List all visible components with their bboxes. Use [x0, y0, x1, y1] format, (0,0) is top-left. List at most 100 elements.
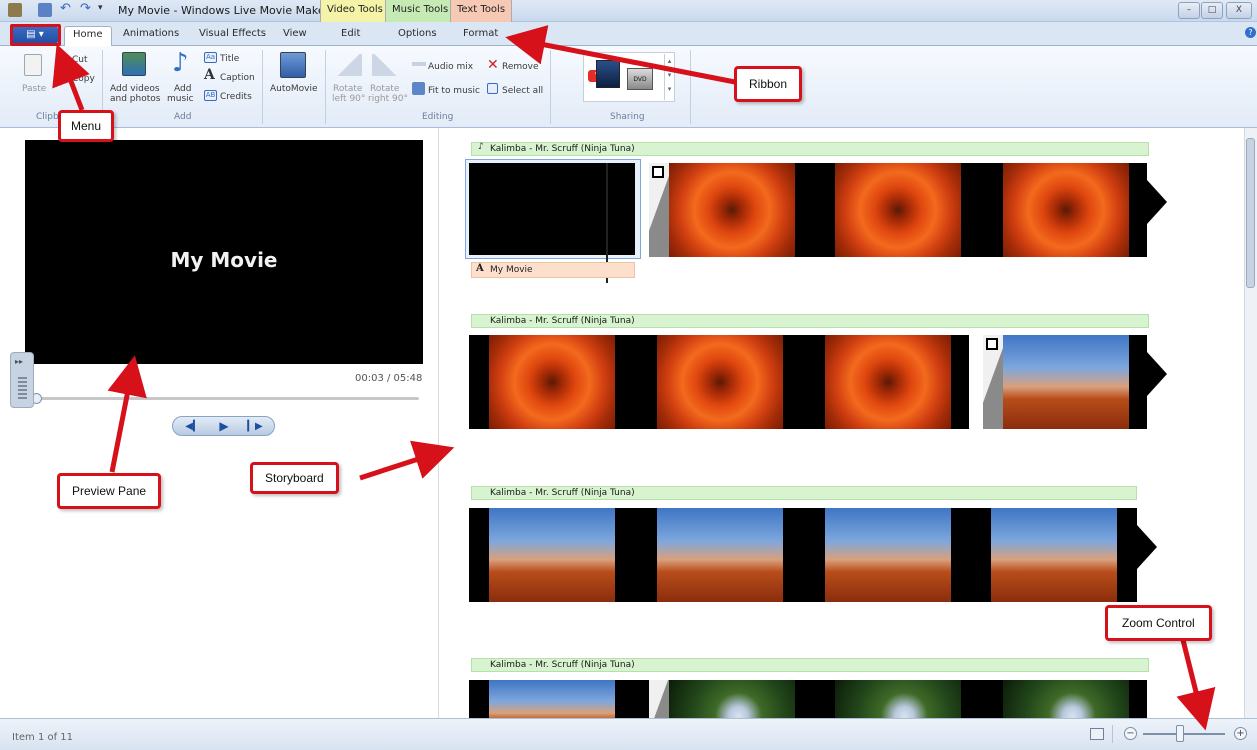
sharing-group-label: Sharing	[610, 112, 645, 122]
context-tab-text-tools[interactable]: Text Tools	[450, 0, 513, 22]
minimize-button[interactable]: –	[1178, 2, 1200, 19]
music-track[interactable]: Kalimba - Mr. Scruff (Ninja Tuna)	[471, 658, 1149, 672]
cut-button[interactable]: Cut	[72, 55, 88, 65]
caption-button[interactable]: Caption	[220, 73, 255, 83]
maximize-button[interactable]: □	[1201, 2, 1223, 19]
clip-desert[interactable]	[489, 508, 615, 602]
automovie-button[interactable]: AutoMovie	[270, 84, 318, 94]
paste-icon[interactable]	[24, 54, 42, 76]
context-tab-music-tools[interactable]: Music Tools	[385, 0, 456, 22]
select-all-button[interactable]: Select all	[502, 86, 543, 96]
clip-gap	[783, 335, 825, 429]
clip-flower[interactable]	[657, 335, 783, 429]
clip-flower[interactable]	[1003, 163, 1129, 257]
context-tab-video-tools[interactable]: Video Tools	[320, 0, 390, 22]
group-separator	[690, 50, 691, 124]
customize-qat-icon[interactable]: ▾	[98, 3, 112, 17]
collapse-preview-handle[interactable]: ▸▸	[10, 352, 34, 408]
tab-format[interactable]: Format	[463, 28, 498, 39]
rotate-left-label-2[interactable]: left 90°	[332, 94, 365, 104]
gallery-scroll-icon[interactable]: ▴ ▾ ▾	[664, 54, 674, 100]
thumbnail-size-icon[interactable]	[1090, 728, 1104, 740]
add-videos-label-2[interactable]: and photos	[110, 94, 160, 104]
remove-button[interactable]: Remove	[502, 62, 539, 72]
clip-desert[interactable]	[991, 508, 1117, 602]
help-icon[interactable]: ?	[1245, 27, 1256, 38]
storyboard-callout: Storyboard	[250, 462, 339, 494]
zoom-slider-handle[interactable]	[1175, 725, 1184, 742]
editing-group-label: Editing	[422, 112, 454, 122]
clip-gap	[795, 163, 835, 257]
credits-button[interactable]: Credits	[220, 92, 252, 102]
clip-flower[interactable]	[825, 335, 951, 429]
clip-gap	[469, 680, 489, 718]
paste-button[interactable]: Paste	[22, 84, 46, 94]
tab-options[interactable]: Options	[398, 28, 437, 39]
group-separator	[550, 50, 551, 124]
clip-flower[interactable]	[669, 163, 795, 257]
zoom-slider[interactable]	[1143, 733, 1225, 735]
title-button[interactable]: Title	[220, 54, 239, 64]
seek-bar[interactable]	[30, 397, 419, 400]
clip-desert[interactable]	[1003, 335, 1129, 429]
title-clip[interactable]	[469, 163, 635, 255]
rotate-right-label-1[interactable]: Rotate	[370, 84, 399, 94]
next-frame-button[interactable]: ▎▶	[241, 419, 269, 434]
clip-gap	[951, 335, 969, 429]
add-videos-label-1[interactable]: Add videos	[110, 84, 160, 94]
ribbon: Paste Cut Copy Clipb Add videos and phot…	[0, 46, 1257, 128]
zoom-in-button[interactable]: +	[1234, 727, 1247, 740]
clip-garden[interactable]	[835, 680, 961, 718]
add-group-label: Add	[174, 112, 192, 122]
clip-gap	[1129, 335, 1147, 429]
pane-divider[interactable]	[438, 128, 439, 718]
clip-flower[interactable]	[835, 163, 961, 257]
scrollbar-thumb[interactable]	[1246, 138, 1255, 288]
clipboard-group-label: Clipb	[36, 112, 59, 122]
tab-edit[interactable]: Edit	[341, 28, 360, 39]
tab-view[interactable]: View	[283, 28, 307, 39]
tab-animations[interactable]: Animations	[123, 28, 179, 39]
play-button[interactable]: ▶	[211, 419, 237, 434]
rotate-left-label-1[interactable]: Rotate	[333, 84, 362, 94]
fit-to-music-icon	[412, 82, 425, 95]
menu-highlight	[10, 24, 61, 46]
rotate-right-label-2[interactable]: right 90°	[368, 94, 408, 104]
title-overlay-bar[interactable]: My Movie	[471, 262, 635, 278]
device-icon[interactable]	[596, 60, 620, 88]
copy-button[interactable]: Copy	[72, 74, 95, 84]
tab-home[interactable]: Home	[64, 26, 112, 47]
redo-icon[interactable]: ↷	[80, 2, 94, 17]
clip-garden[interactable]	[669, 680, 795, 718]
dvd-icon[interactable]: DVD	[627, 68, 653, 90]
preview-pane[interactable]: My Movie	[25, 140, 423, 364]
music-track[interactable]: Kalimba - Mr. Scruff (Ninja Tuna)	[471, 142, 1149, 156]
zoom-out-button[interactable]: −	[1124, 727, 1137, 740]
app-icon[interactable]	[8, 3, 22, 17]
music-track[interactable]: Kalimba - Mr. Scruff (Ninja Tuna)	[471, 486, 1137, 500]
clip-desert[interactable]	[489, 680, 615, 718]
undo-icon[interactable]: ↶	[60, 2, 74, 17]
clip-flower[interactable]	[489, 335, 615, 429]
clip-gap	[783, 508, 825, 602]
previous-frame-button[interactable]: ◀▎	[179, 419, 207, 434]
music-track[interactable]: Kalimba - Mr. Scruff (Ninja Tuna)	[471, 314, 1149, 328]
group-separator	[262, 50, 263, 124]
remove-icon: ✕	[487, 57, 499, 73]
close-button[interactable]: X	[1226, 2, 1252, 19]
tab-visual-effects[interactable]: Visual Effects	[199, 28, 266, 39]
fit-to-music-button[interactable]: Fit to music	[428, 86, 480, 96]
add-music-label-2[interactable]: music	[167, 94, 194, 104]
clip-garden[interactable]	[1003, 680, 1129, 718]
add-music-label-1[interactable]: Add	[174, 84, 191, 94]
audio-mix-button[interactable]: Audio mix	[428, 62, 473, 72]
clip-gap	[951, 508, 991, 602]
preview-pane-callout: Preview Pane	[57, 473, 162, 509]
clip-desert[interactable]	[657, 508, 783, 602]
storyboard-arrow	[359, 440, 455, 481]
expand-icon: ▸▸	[15, 357, 24, 366]
clip-gap	[1117, 508, 1137, 602]
clip-desert[interactable]	[825, 508, 951, 602]
save-icon[interactable]	[38, 3, 52, 17]
transition-marker-icon	[652, 166, 664, 178]
